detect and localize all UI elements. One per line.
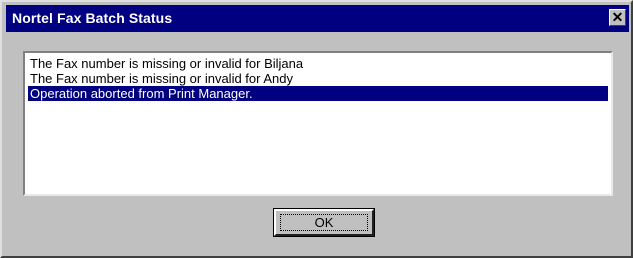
ok-button-label: OK	[280, 214, 368, 231]
close-icon: ✕	[611, 9, 624, 25]
title-bar[interactable]: Nortel Fax Batch Status ✕	[6, 5, 629, 32]
list-item-text: The Fax number is missing or invalid for…	[30, 56, 304, 71]
ok-button[interactable]: OK	[273, 208, 375, 237]
close-button[interactable]: ✕	[609, 9, 626, 26]
window-title: Nortel Fax Batch Status	[12, 10, 173, 26]
batch-status-dialog: Nortel Fax Batch Status ✕ The Fax number…	[0, 0, 633, 258]
list-item-text: The Fax number is missing or invalid for…	[30, 71, 293, 86]
status-message-list[interactable]: The Fax number is missing or invalid for…	[23, 51, 613, 196]
list-item-text: Operation aborted from Print Manager.	[30, 86, 253, 101]
list-item[interactable]: The Fax number is missing or invalid for…	[28, 71, 608, 86]
list-item-selected[interactable]: Operation aborted from Print Manager.	[28, 86, 608, 101]
list-item[interactable]: The Fax number is missing or invalid for…	[28, 56, 608, 71]
